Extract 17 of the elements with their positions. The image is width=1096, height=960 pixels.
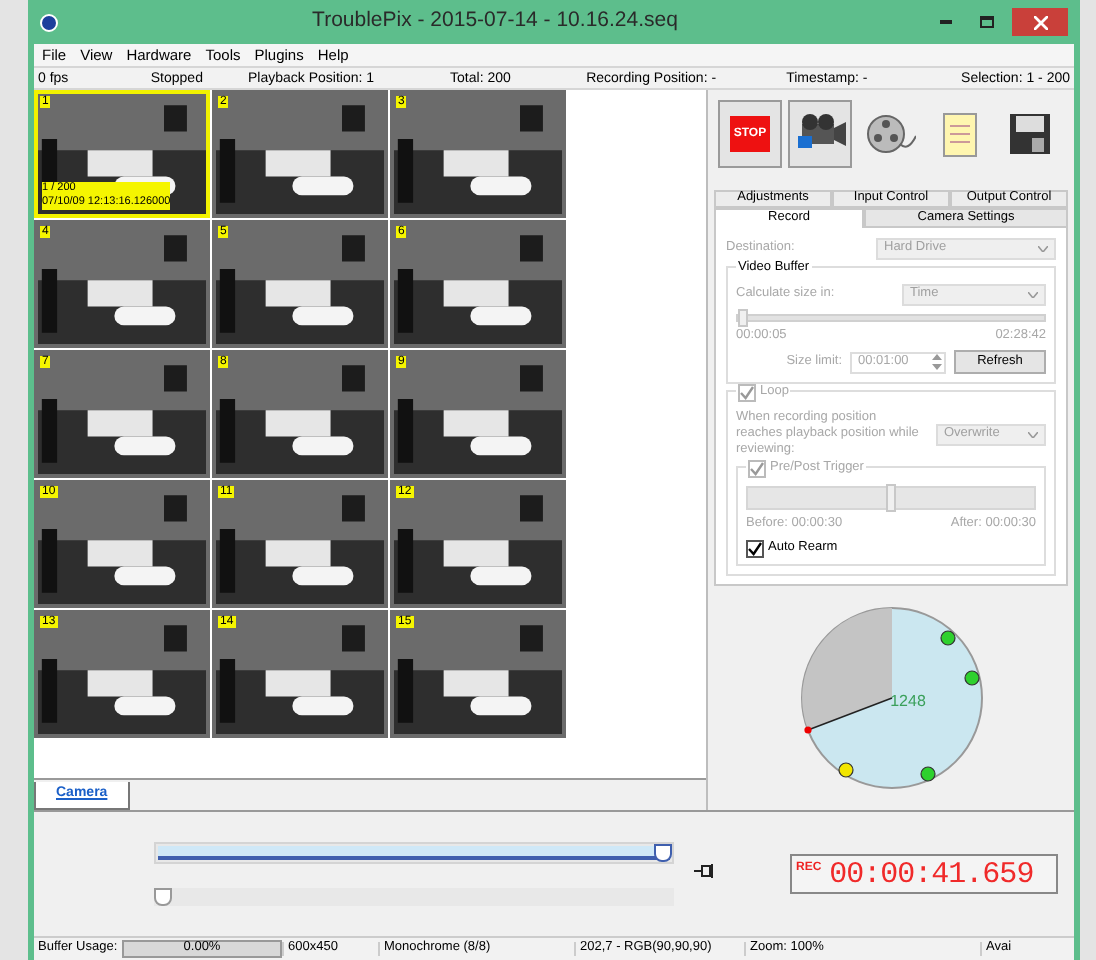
notepad-icon: [940, 110, 980, 158]
pin-icon[interactable]: [694, 863, 714, 877]
rec-time: 00:00:41.659: [829, 856, 1034, 896]
checkbox[interactable]: [746, 539, 764, 557]
slider-track[interactable]: [746, 486, 1036, 510]
app-icon: [40, 13, 58, 31]
window-title: TroublePix - 2015-07-14 - 10.16.24.seq: [310, 6, 680, 37]
buffer-dial-drawing: 1248: [797, 603, 985, 792]
close-icon: [1033, 15, 1047, 29]
film-reel-icon: [864, 112, 916, 156]
toolbar-button[interactable]: [788, 100, 852, 168]
slider-track[interactable]: [736, 313, 1046, 321]
close-button[interactable]: [1012, 8, 1068, 36]
slider-thumb[interactable]: [654, 844, 672, 862]
slider-thumb[interactable]: [154, 888, 172, 906]
spinner-arrows-icon: [932, 354, 942, 370]
speed-track[interactable]: [154, 888, 674, 906]
